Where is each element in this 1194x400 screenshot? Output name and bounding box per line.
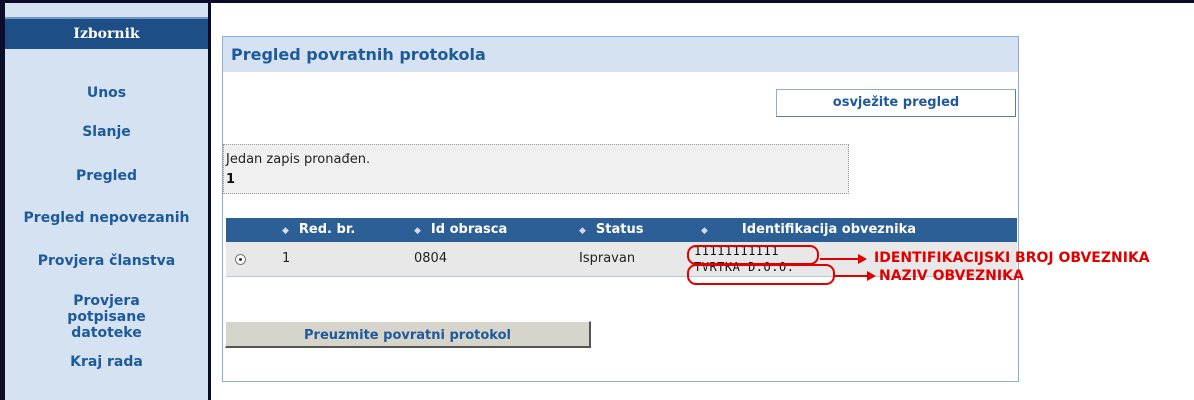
result-count: 1 [226,172,236,187]
row-select-radio[interactable] [235,254,246,265]
sort-icon[interactable]: ◆ [579,226,586,236]
annotation-arrow-naziv [835,275,869,277]
sidebar-item-unos[interactable]: Unos [5,85,208,101]
main-panel: Pregled povratnih protokola osvježite pr… [222,36,1019,382]
annotation-label-naziv: NAZIV OBVEZNIKA [879,268,1024,284]
annotation-arrow-ident-broj [820,258,860,260]
cell-status: Ispravan [579,251,636,266]
sidebar-item-pregled-nepovezanih[interactable]: Pregled nepovezanih [5,210,208,226]
sort-icon[interactable]: ◆ [414,226,421,236]
sidebar-item-slanje[interactable]: Slanje [5,124,208,140]
annotation-ring-naziv [687,264,835,285]
column-header-identifikacija[interactable]: ◆ Identifikacija obveznika [701,218,916,242]
result-text: Jedan zapis pronađen. [226,152,371,167]
table-header: ◆ Red. br. ◆ Id obrasca ◆ Status ◆ Identifik… [226,218,1017,242]
sidebar-title: Izbornik [5,17,208,49]
result-info-box: Jedan zapis pronađen. 1 [223,144,849,194]
sidebar: Izbornik Unos Slanje Pregled Pregled nep… [5,3,208,400]
refresh-button[interactable]: osvježite pregled [776,89,1016,117]
cell-red-br: 1 [282,251,291,266]
sidebar-item-provjera-potpisane-datoteke[interactable]: Provjera potpisane datoteke [33,293,180,341]
page-title: Pregled povratnih protokola [223,37,1018,72]
annotation-arrowhead-ident-broj [858,254,867,264]
column-header-id-obrasca[interactable]: ◆ Id obrasca [414,218,507,242]
sidebar-divider [208,0,211,400]
sidebar-item-provjera-clanstva[interactable]: Provjera članstva [5,253,208,269]
sidebar-item-pregled[interactable]: Pregled [5,168,208,184]
column-header-status[interactable]: ◆ Status [579,218,643,242]
annotation-label-ident-broj: IDENTIFIKACIJSKI BROJ OBVEZNIKA [874,250,1150,266]
sidebar-item-kraj-rada[interactable]: Kraj rada [5,354,208,370]
sort-icon[interactable]: ◆ [701,226,708,236]
download-protocol-button[interactable]: Preuzmite povratni protokol [225,321,591,348]
sort-icon[interactable]: ◆ [282,226,289,236]
annotation-ring-ident-broj [687,245,819,265]
cell-id-obrasca: 0804 [414,251,448,266]
column-header-red-br[interactable]: ◆ Red. br. [282,218,355,242]
annotation-arrowhead-naziv [867,271,876,281]
